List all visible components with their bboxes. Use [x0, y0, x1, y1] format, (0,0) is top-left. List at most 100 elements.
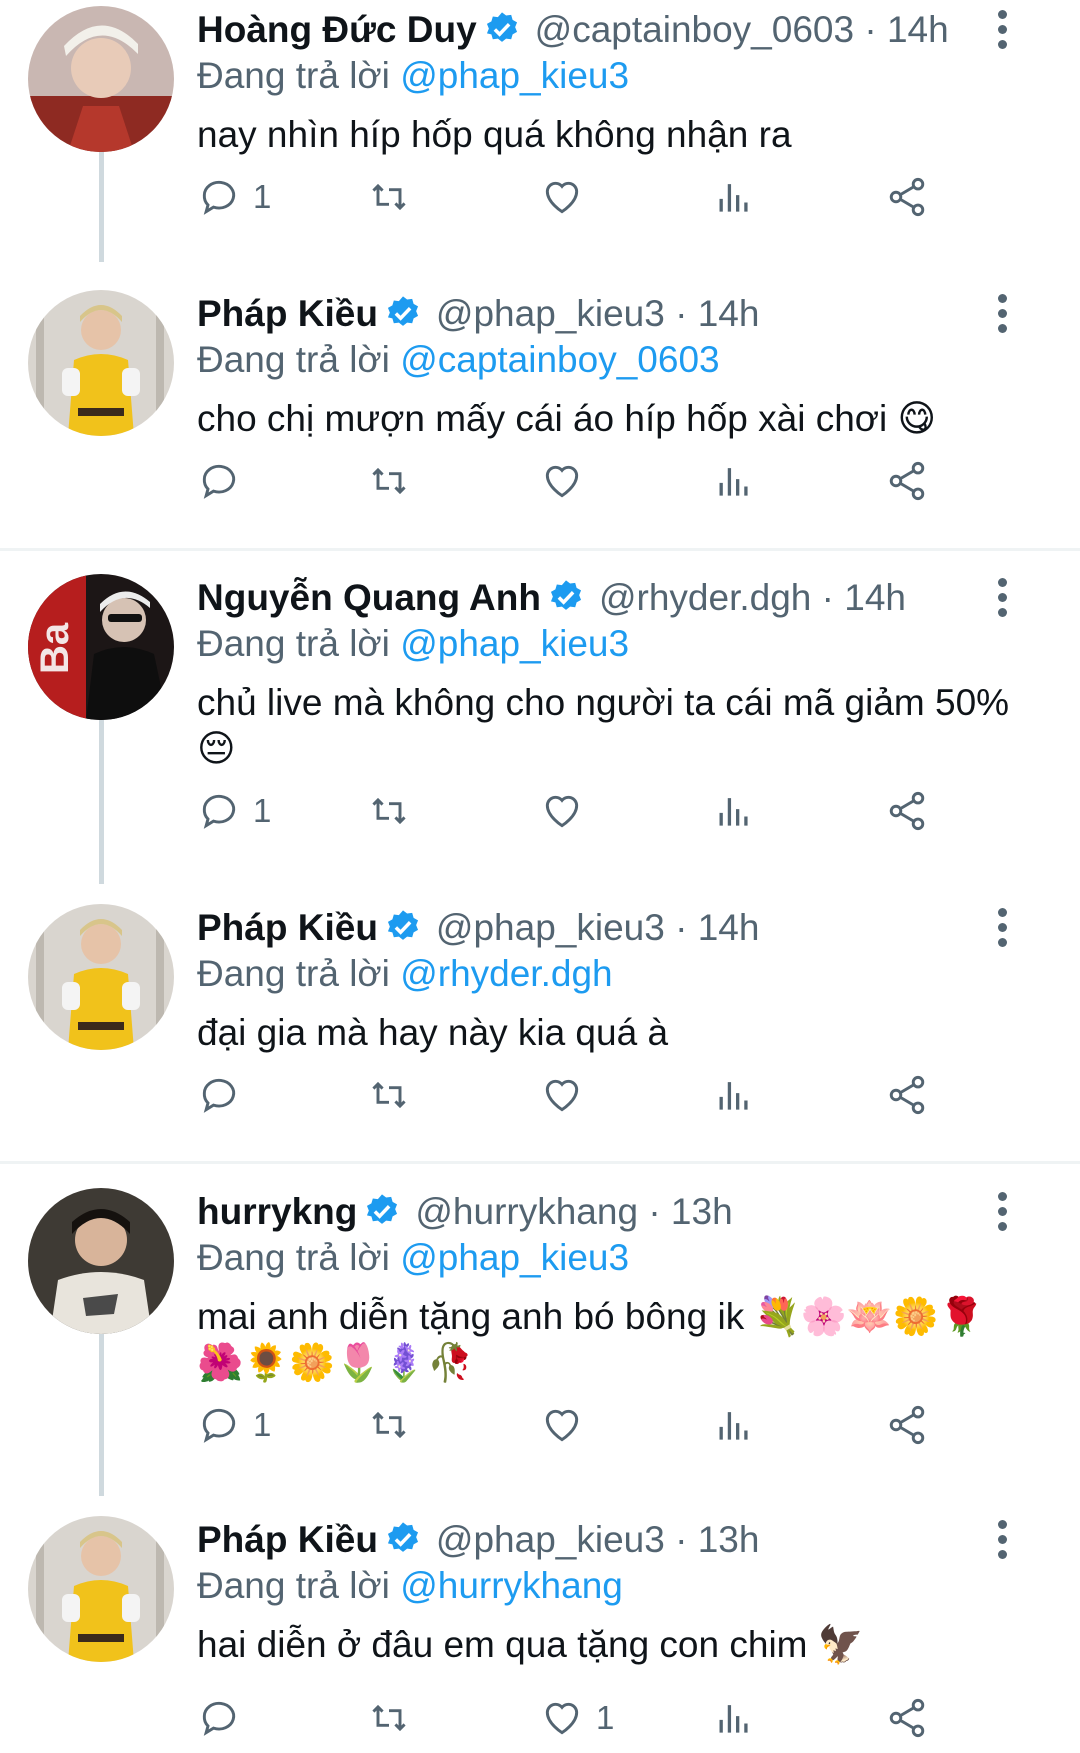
phap-kieu-avatar	[28, 290, 174, 436]
like-button[interactable]	[540, 172, 596, 222]
avatar[interactable]	[28, 1516, 174, 1662]
views-button[interactable]	[712, 1400, 756, 1450]
action-bar	[197, 1070, 1017, 1120]
display-name[interactable]: Nguyễn Quang Anh	[197, 577, 541, 618]
action-bar: 1	[197, 172, 1017, 222]
like-button[interactable]	[540, 456, 596, 506]
reply-icon	[202, 1701, 236, 1736]
analytics-icon	[719, 1082, 748, 1110]
tweet-text: mai anh diễn tặng anh bó bông ik 💐🌸🪷🌼🌹🌺🌻…	[197, 1296, 985, 1383]
heart-icon	[545, 1409, 579, 1442]
reply-button[interactable]	[197, 1693, 253, 1743]
reply-to-link[interactable]: @rhyder.dgh	[400, 953, 612, 994]
share-button[interactable]	[885, 786, 929, 836]
user-handle[interactable]: @phap_kieu3	[436, 1519, 665, 1560]
retweet-button[interactable]	[367, 172, 411, 222]
replying-to: Đang trả lời @phap_kieu3	[197, 55, 630, 96]
tweet-header: Hoàng Đức Duy @captainboy_0603 · 14h	[197, 8, 990, 52]
share-icon	[889, 177, 925, 217]
retweet-button[interactable]	[367, 456, 411, 506]
timestamp: · 14h	[821, 577, 906, 618]
reply-to-link[interactable]: @captainboy_0603	[400, 339, 719, 380]
avatar[interactable]	[28, 904, 174, 1050]
retweet-button[interactable]	[367, 1400, 411, 1450]
retweet-icon	[372, 183, 406, 211]
hurrykng-avatar	[28, 1188, 174, 1334]
reply-button[interactable]	[197, 1070, 253, 1120]
analytics-icon	[719, 184, 748, 212]
reply-count: 1	[253, 792, 272, 829]
user-handle[interactable]: @captainboy_0603	[535, 9, 854, 50]
like-button[interactable]: 1	[540, 1693, 614, 1743]
retweet-icon	[372, 1411, 406, 1439]
reply-count: 1	[253, 1406, 272, 1443]
reply-button[interactable]: 1	[197, 786, 271, 836]
thread-line	[99, 152, 104, 262]
display-name[interactable]: hurrykng	[197, 1191, 357, 1232]
verified-badge-icon	[387, 910, 418, 940]
more-options-icon[interactable]	[998, 1192, 1010, 1232]
reply-to-link[interactable]: @hurrykhang	[400, 1565, 623, 1606]
views-button[interactable]	[712, 1070, 756, 1120]
display-name[interactable]: Pháp Kiều	[197, 907, 378, 948]
share-button[interactable]	[885, 1070, 929, 1120]
user-handle[interactable]: @rhyder.dgh	[599, 577, 811, 618]
analytics-icon	[719, 468, 748, 496]
tweet-text: hai diễn ở đâu em qua tặng con chim 🦅	[197, 1624, 864, 1665]
retweet-button[interactable]	[367, 786, 411, 836]
user-handle[interactable]: @phap_kieu3	[436, 293, 665, 334]
action-bar: 1	[197, 1400, 1017, 1450]
like-button[interactable]	[540, 1070, 596, 1120]
display-name[interactable]: Pháp Kiều	[197, 293, 378, 334]
avatar[interactable]: Ba	[28, 574, 174, 720]
more-options-icon[interactable]	[998, 294, 1010, 334]
reply-button[interactable]: 1	[197, 172, 271, 222]
views-button[interactable]	[712, 456, 756, 506]
like-button[interactable]	[540, 786, 596, 836]
more-options-icon[interactable]	[998, 1520, 1010, 1560]
reply-to-link[interactable]: @phap_kieu3	[400, 1237, 629, 1278]
display-name[interactable]: Pháp Kiều	[197, 1519, 378, 1560]
reply-button[interactable]: 1	[197, 1400, 271, 1450]
display-name[interactable]: Hoàng Đức Duy	[197, 9, 477, 50]
share-icon	[889, 1075, 925, 1115]
retweet-icon	[372, 1081, 406, 1109]
reply-icon	[202, 1078, 236, 1113]
user-handle[interactable]: @phap_kieu3	[436, 907, 665, 948]
avatar[interactable]	[28, 290, 174, 436]
analytics-icon	[719, 1705, 748, 1733]
more-options-icon[interactable]	[998, 10, 1010, 50]
reply-to-link[interactable]: @phap_kieu3	[400, 623, 629, 664]
analytics-icon	[719, 798, 748, 826]
retweet-button[interactable]	[367, 1070, 411, 1120]
share-button[interactable]	[885, 1400, 929, 1450]
views-button[interactable]	[712, 172, 756, 222]
phap-kieu-avatar	[28, 904, 174, 1050]
share-button[interactable]	[885, 456, 929, 506]
action-bar	[197, 456, 1017, 506]
user-handle[interactable]: @hurrykhang	[415, 1191, 638, 1232]
share-icon	[889, 791, 925, 831]
more-options-icon[interactable]	[998, 578, 1010, 618]
reply-button[interactable]	[197, 456, 253, 506]
share-icon	[889, 1405, 925, 1445]
avatar[interactable]	[28, 1188, 174, 1334]
divider	[0, 548, 1080, 551]
heart-icon	[545, 181, 579, 214]
views-button[interactable]	[712, 786, 756, 836]
reply-count: 1	[253, 178, 272, 215]
reply-feed: Hoàng Đức Duy @captainboy_0603 · 14h Đang…	[0, 0, 1080, 1753]
action-bar: 1	[197, 786, 1017, 836]
thread-line	[99, 1334, 104, 1496]
reply-to-link[interactable]: @phap_kieu3	[400, 55, 629, 96]
retweet-icon	[372, 1704, 406, 1732]
views-button[interactable]	[712, 1693, 756, 1743]
action-bar: 1	[197, 1693, 1017, 1743]
avatar[interactable]	[28, 6, 174, 152]
more-options-icon[interactable]	[998, 908, 1010, 948]
retweet-button[interactable]	[367, 1693, 411, 1743]
share-button[interactable]	[885, 1693, 929, 1743]
retweet-icon	[372, 797, 406, 825]
like-button[interactable]	[540, 1400, 596, 1450]
share-button[interactable]	[885, 172, 929, 222]
